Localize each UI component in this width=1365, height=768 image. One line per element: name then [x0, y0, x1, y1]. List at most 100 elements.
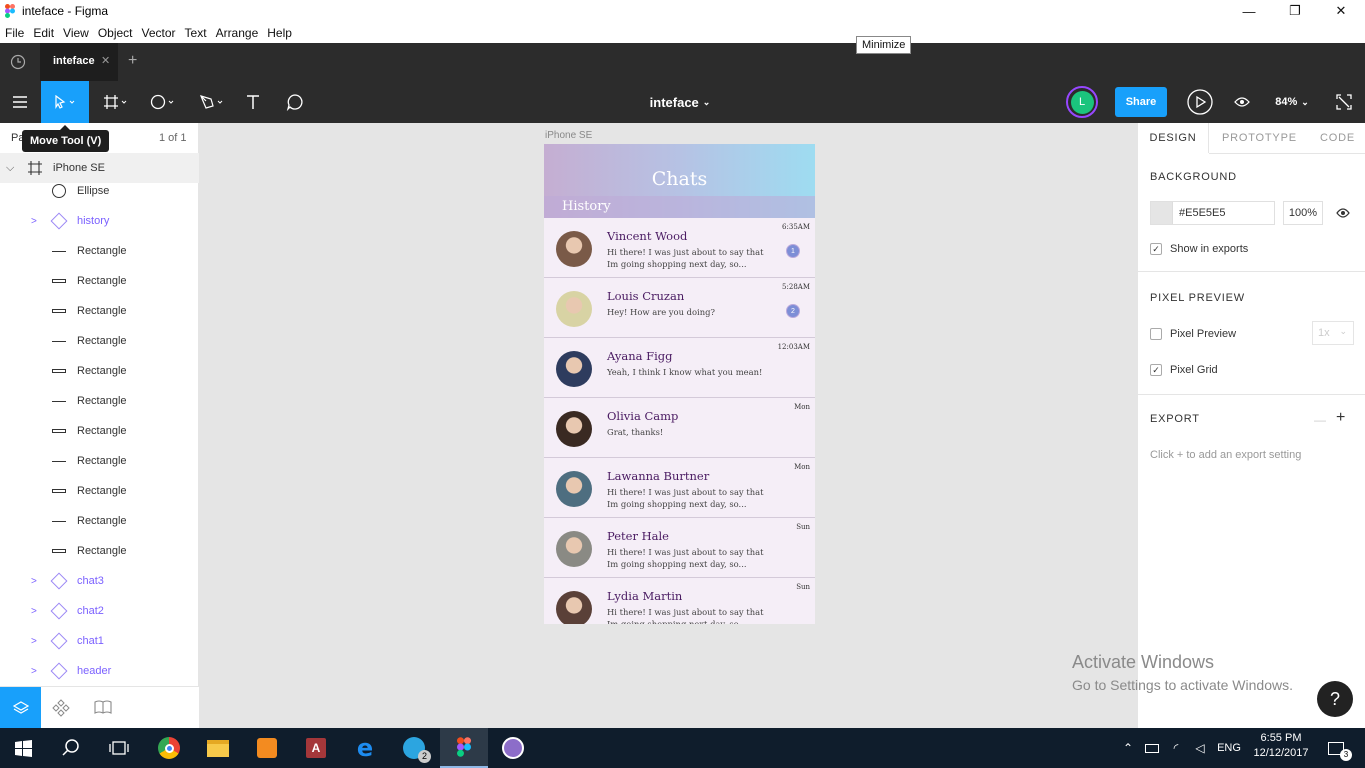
- telegram-icon[interactable]: 2: [391, 728, 437, 768]
- chevron-right-icon[interactable]: >: [31, 636, 37, 647]
- text-tool-icon[interactable]: [238, 81, 268, 123]
- zoom-dropdown[interactable]: 84% ⌄: [1270, 81, 1314, 123]
- clock[interactable]: 6:55 PM 12/12/2017: [1250, 732, 1312, 759]
- visibility-eye-icon[interactable]: [1336, 208, 1350, 218]
- comment-tool-icon[interactable]: [280, 81, 310, 123]
- layer-rectangle[interactable]: Rectangle: [0, 236, 199, 266]
- chevron-right-icon[interactable]: >: [31, 576, 37, 587]
- chevron-right-icon[interactable]: >: [31, 606, 37, 617]
- menu-edit[interactable]: Edit: [33, 26, 54, 40]
- layer-header[interactable]: > header: [0, 656, 199, 686]
- menu-text[interactable]: Text: [185, 26, 207, 40]
- pixel-preview-checkbox[interactable]: [1150, 328, 1162, 340]
- scale-select[interactable]: 1x ⌄: [1312, 321, 1354, 345]
- color-swatch[interactable]: [1151, 202, 1173, 224]
- sublime-text-icon[interactable]: [244, 728, 290, 768]
- tray-chevron-up-icon[interactable]: ⌃: [1118, 728, 1138, 768]
- layer-rectangle[interactable]: Rectangle: [0, 326, 199, 356]
- chat-row[interactable]: Peter Hale Hi there! I was just about to …: [544, 518, 815, 578]
- search-icon[interactable]: [48, 728, 94, 768]
- layer-history[interactable]: > history: [0, 206, 199, 236]
- chevron-right-icon[interactable]: >: [31, 216, 37, 227]
- access-icon[interactable]: A: [293, 728, 339, 768]
- layer-chat3[interactable]: > chat3: [0, 566, 199, 596]
- tab-inteface[interactable]: inteface ✕: [40, 43, 118, 81]
- fullscreen-icon[interactable]: [1334, 81, 1354, 123]
- layer-ellipse[interactable]: Ellipse: [0, 176, 199, 206]
- present-play-icon[interactable]: [1186, 81, 1214, 123]
- minimize-button[interactable]: —: [1226, 0, 1272, 22]
- show-in-exports-checkbox[interactable]: ✓: [1150, 243, 1162, 255]
- layer-label: Rectangle: [77, 275, 127, 287]
- frame-tool-icon[interactable]: [96, 81, 136, 123]
- ellipse-tool-icon[interactable]: [143, 81, 183, 123]
- layer-rectangle[interactable]: Rectangle: [0, 416, 199, 446]
- menu-object[interactable]: Object: [98, 26, 133, 40]
- help-button[interactable]: ?: [1317, 681, 1353, 717]
- user-avatar[interactable]: L: [1066, 86, 1098, 118]
- layer-rectangle[interactable]: Rectangle: [0, 386, 199, 416]
- layer-rectangle[interactable]: Rectangle: [0, 536, 199, 566]
- remove-export-icon[interactable]: —: [1314, 413, 1326, 427]
- chevron-right-icon[interactable]: >: [31, 666, 37, 677]
- chat-row[interactable]: Ayana Figg Yeah, I think I know what you …: [544, 338, 815, 398]
- view-eye-icon[interactable]: [1232, 81, 1252, 123]
- share-button[interactable]: Share: [1115, 87, 1167, 117]
- components-tab-button[interactable]: [52, 699, 70, 720]
- battery-icon[interactable]: [1142, 728, 1162, 768]
- tab-design[interactable]: DESIGN: [1138, 123, 1209, 153]
- layers-tab-button[interactable]: [0, 687, 41, 729]
- new-tab-icon[interactable]: +: [128, 52, 137, 70]
- main-menu-icon[interactable]: [0, 81, 40, 123]
- chrome-icon[interactable]: [146, 728, 192, 768]
- volume-icon[interactable]: ◁: [1190, 728, 1210, 768]
- frame-label[interactable]: iPhone SE: [545, 130, 592, 141]
- layer-rectangle[interactable]: Rectangle: [0, 266, 199, 296]
- wifi-icon[interactable]: ◜: [1166, 728, 1186, 768]
- pixel-grid-checkbox[interactable]: ✓: [1150, 364, 1162, 376]
- layer-chat2[interactable]: > chat2: [0, 596, 199, 626]
- figma-taskbar-icon[interactable]: [440, 728, 488, 768]
- layer-label: Rectangle: [77, 515, 127, 527]
- add-export-icon[interactable]: +: [1336, 409, 1345, 427]
- chevron-down-icon[interactable]: ⌵: [6, 162, 14, 175]
- task-view-icon[interactable]: [96, 728, 142, 768]
- menu-vector[interactable]: Vector: [142, 26, 176, 40]
- start-button[interactable]: [0, 728, 46, 768]
- chat-row[interactable]: Lawanna Burtner Hi there! I was just abou…: [544, 458, 815, 518]
- bg-opacity-input[interactable]: 100%: [1283, 201, 1323, 225]
- chat-row[interactable]: Olivia Camp Grat, thanks! Mon: [544, 398, 815, 458]
- language-indicator[interactable]: ENG: [1214, 728, 1244, 768]
- layer-label: Rectangle: [77, 425, 127, 437]
- layer-rectangle[interactable]: Rectangle: [0, 476, 199, 506]
- chat-row[interactable]: Lydia Martin Hi there! I was just about t…: [544, 578, 815, 624]
- menu-help[interactable]: Help: [267, 26, 292, 40]
- close-button[interactable]: ✕: [1318, 0, 1364, 22]
- layer-rectangle[interactable]: Rectangle: [0, 296, 199, 326]
- file-name-dropdown[interactable]: inteface ⌄: [630, 81, 730, 123]
- iphone-se-frame[interactable]: Chats History Vincent Wood Hi there! I wa…: [544, 144, 815, 624]
- menu-view[interactable]: View: [63, 26, 89, 40]
- layer-rectangle[interactable]: Rectangle: [0, 506, 199, 536]
- layer-chat1[interactable]: > chat1: [0, 626, 199, 656]
- file-explorer-icon[interactable]: [195, 728, 241, 768]
- edge-icon[interactable]: e: [342, 728, 388, 768]
- team-library-button[interactable]: [94, 700, 112, 717]
- layer-rectangle[interactable]: Rectangle: [0, 446, 199, 476]
- tab-close-icon[interactable]: ✕: [101, 54, 110, 67]
- background-color-field[interactable]: #E5E5E5: [1150, 201, 1275, 225]
- recent-files-icon[interactable]: [10, 54, 26, 70]
- menu-arrange[interactable]: Arrange: [216, 26, 259, 40]
- ellipse-icon: [51, 183, 67, 199]
- pen-tool-icon[interactable]: [192, 81, 232, 123]
- move-tool-button[interactable]: [41, 81, 89, 123]
- notifications-icon[interactable]: 3: [1318, 728, 1354, 768]
- chat-row[interactable]: Louis Cruzan Hey! How are you doing? 5:28A…: [544, 278, 815, 338]
- chat-row[interactable]: Vincent Wood Hi there! I was just about t…: [544, 218, 815, 278]
- app-cat-icon[interactable]: [490, 728, 536, 768]
- tab-prototype[interactable]: PROTOTYPE: [1222, 123, 1297, 153]
- restore-button[interactable]: ❐: [1272, 0, 1318, 22]
- menu-file[interactable]: File: [5, 26, 24, 40]
- tab-code[interactable]: CODE: [1320, 123, 1355, 153]
- layer-rectangle[interactable]: Rectangle: [0, 356, 199, 386]
